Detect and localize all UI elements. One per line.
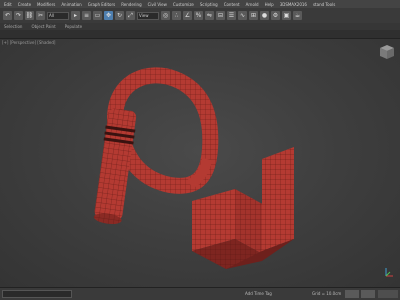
menu-animation[interactable]: Animation [61, 2, 81, 7]
reference-coord-dropdown[interactable]: View [137, 11, 159, 20]
main-toolbar: ↶ ↷ ⛓ ✂ All ▸ ≡ ▭ ✥ ↻ ⤢ View ◎ ∴ ∠ % ⇋ ⊟… [0, 8, 400, 23]
move-icon[interactable]: ✥ [104, 11, 113, 20]
percent-snap-icon[interactable]: % [194, 11, 203, 20]
link-icon[interactable]: ⛓ [25, 11, 34, 20]
render-frame-icon[interactable]: ▣ [282, 11, 291, 20]
menu-rendering[interactable]: Rendering [121, 2, 141, 7]
rotate-icon[interactable]: ↻ [115, 11, 124, 20]
menu-bar: Edit Create Modifiers Animation Graph Ed… [0, 0, 400, 8]
layers-icon[interactable]: ☰ [227, 11, 236, 20]
menu-scripting[interactable]: Scripting [200, 2, 218, 7]
axis-gizmo-icon [385, 268, 393, 277]
select-object-icon[interactable]: ▸ [71, 11, 80, 20]
tab-object-paint[interactable]: Object Paint [31, 24, 55, 29]
curve-editor-icon[interactable]: ∿ [238, 11, 247, 20]
selection-filter-dropdown[interactable]: All [47, 11, 69, 20]
menu-help[interactable]: Help [265, 2, 274, 7]
angle-snap-icon[interactable]: ∠ [183, 11, 192, 20]
unlink-icon[interactable]: ✂ [36, 11, 45, 20]
render-icon[interactable]: ☕ [293, 11, 302, 20]
menu-modifiers[interactable]: Modifiers [37, 2, 55, 7]
tab-selection[interactable]: Selection [4, 24, 22, 29]
add-time-tag-button[interactable]: Add Time Tag [245, 291, 305, 297]
tab-populate[interactable]: Populate [65, 24, 82, 29]
menu-civil-view[interactable]: Civil View [148, 2, 167, 7]
rect-selection-icon[interactable]: ▭ [93, 11, 102, 20]
grid-size-readout: Grid = 10.0cm [312, 291, 342, 296]
scale-icon[interactable]: ⤢ [126, 11, 135, 20]
render-setup-icon[interactable]: ⚙ [271, 11, 280, 20]
menu-customize[interactable]: Customize [173, 2, 194, 7]
menu-create[interactable]: Create [18, 2, 31, 7]
auto-key-button[interactable] [345, 290, 359, 298]
viewcube-icon[interactable] [378, 43, 396, 61]
set-key-button[interactable] [361, 290, 375, 298]
ribbon-tabs: Selection Object Paint Populate [0, 23, 400, 30]
mirror-icon[interactable]: ⇋ [205, 11, 214, 20]
menu-edit[interactable]: Edit [4, 2, 12, 7]
menu-arnold[interactable]: Arnold [246, 2, 259, 7]
menu-stand-tools[interactable]: stand Tools [313, 2, 335, 7]
menu-graph-editors[interactable]: Graph Editors [88, 2, 115, 7]
menu-content[interactable]: Content [224, 2, 240, 7]
menu-3dsmax[interactable]: 3DSMAX2016 [280, 2, 307, 7]
status-bar: Add Time Tag Grid = 10.0cm [0, 287, 400, 300]
ribbon-panel [0, 30, 400, 39]
schematic-icon[interactable]: ⊞ [249, 11, 258, 20]
perspective-viewport[interactable]: [+] [Perspective] [Shaded] [0, 39, 400, 287]
material-editor-icon[interactable]: ● [260, 11, 269, 20]
pivot-icon[interactable]: ◎ [161, 11, 170, 20]
align-icon[interactable]: ⊟ [216, 11, 225, 20]
select-by-name-icon[interactable]: ≡ [82, 11, 91, 20]
playback-controls[interactable] [378, 290, 398, 298]
time-slider[interactable] [2, 290, 72, 298]
snap-icon[interactable]: ∴ [172, 11, 181, 20]
hose-lamp-model[interactable] [0, 39, 400, 287]
redo-icon[interactable]: ↷ [14, 11, 23, 20]
undo-icon[interactable]: ↶ [3, 11, 12, 20]
